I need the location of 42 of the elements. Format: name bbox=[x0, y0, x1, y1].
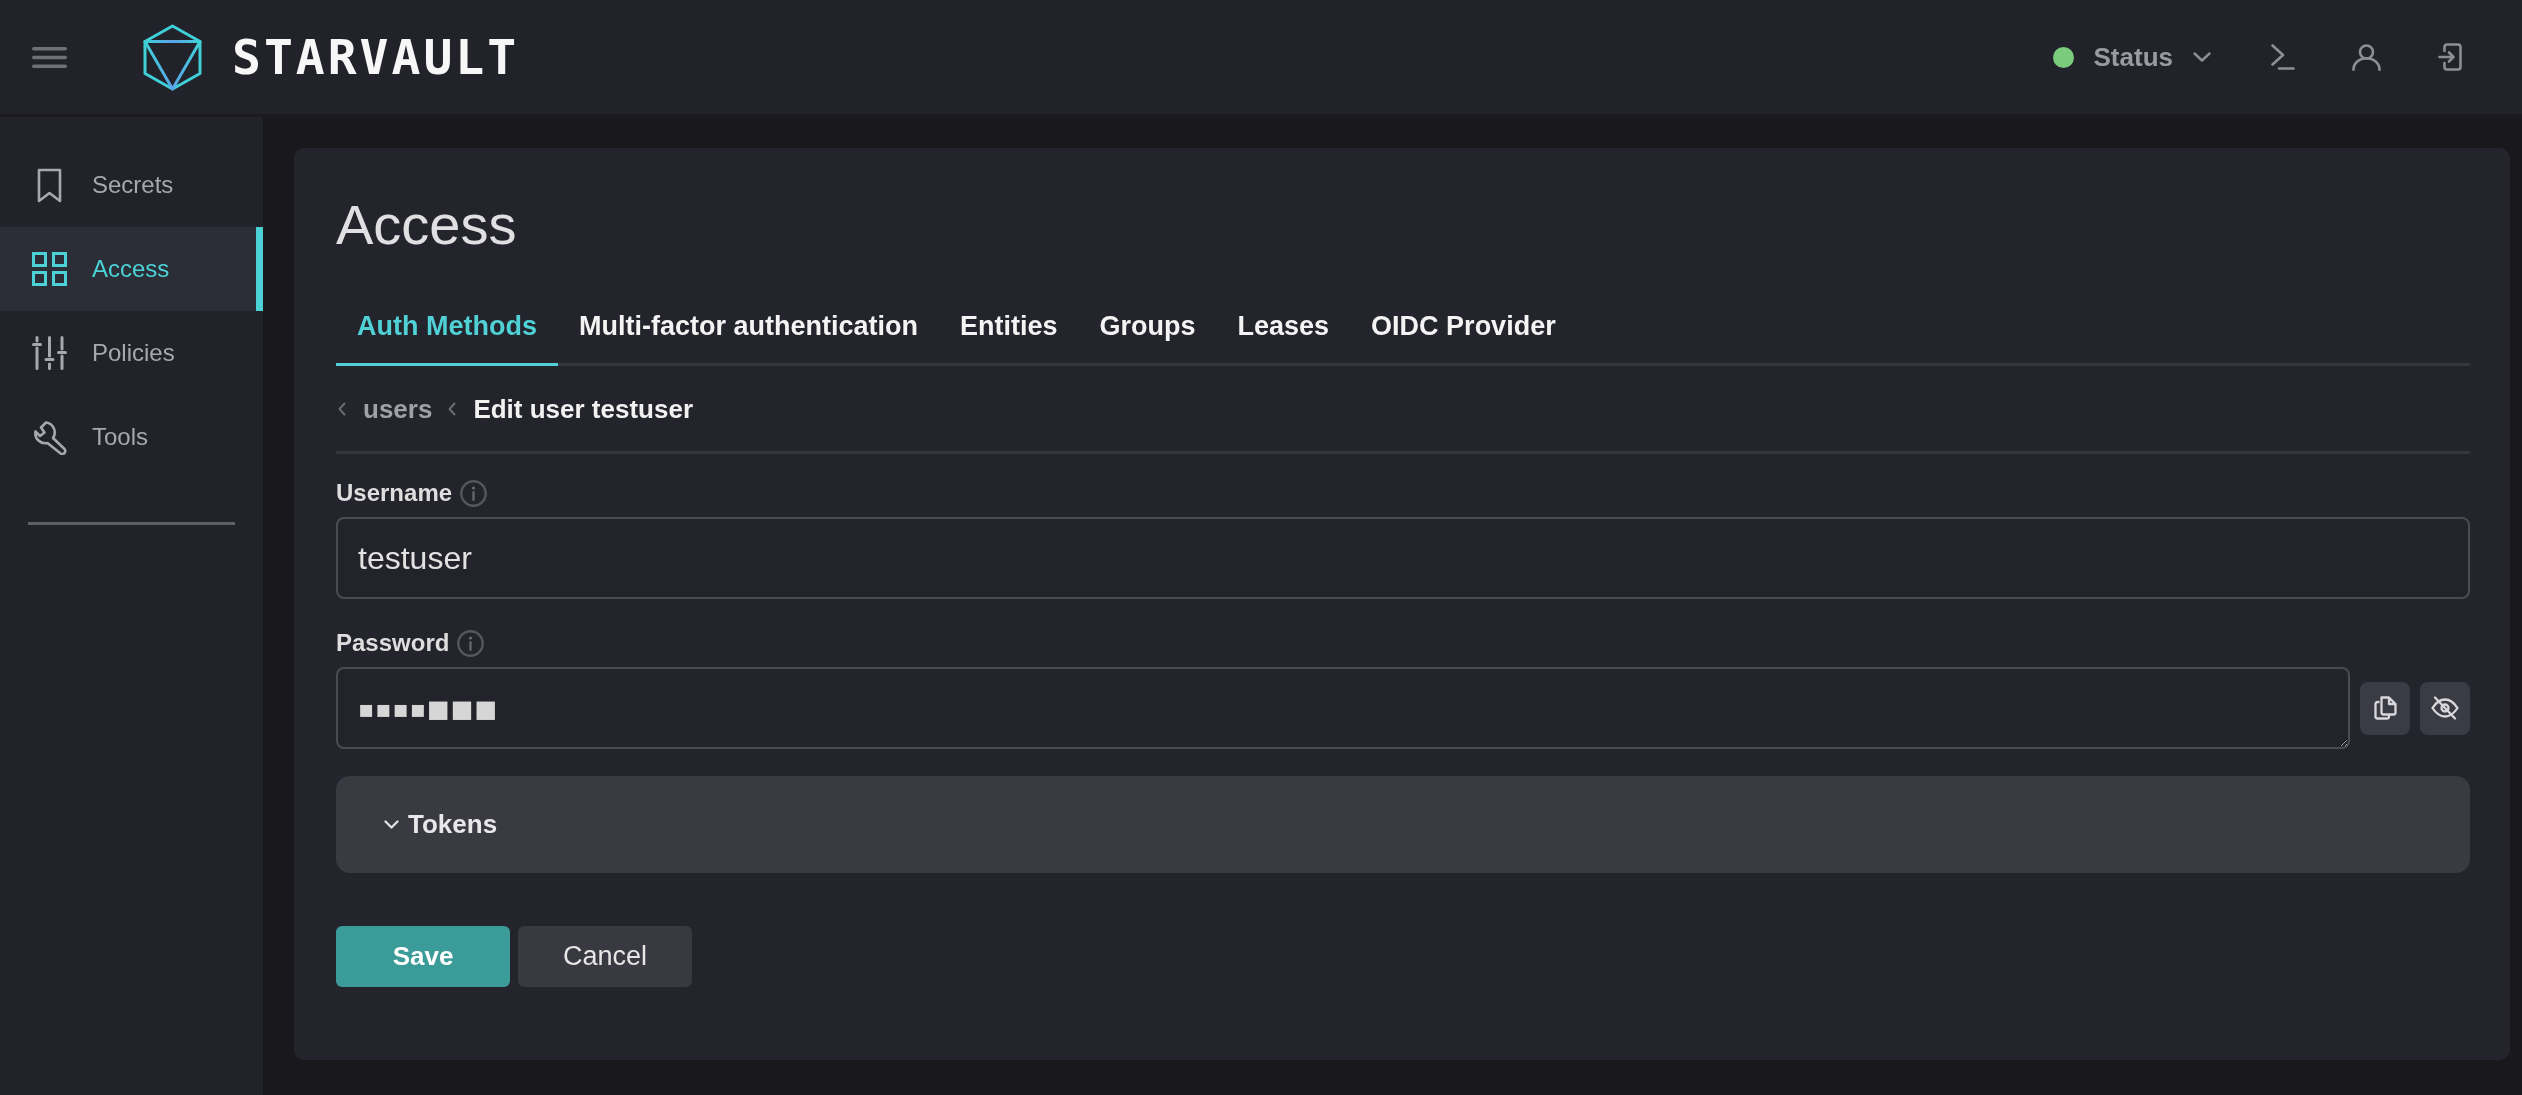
wrench-icon bbox=[32, 419, 67, 455]
terminal-icon bbox=[2271, 44, 2295, 70]
copy-button[interactable] bbox=[2360, 681, 2410, 735]
hexagon-logo-icon bbox=[143, 23, 202, 91]
tokens-toggle[interactable]: Tokens bbox=[336, 776, 2470, 873]
breadcrumb-current: Edit user testuser bbox=[473, 393, 694, 425]
text-input-field[interactable]: testuser bbox=[336, 517, 2470, 599]
copy-icon bbox=[2373, 696, 2397, 720]
field-label: Username bbox=[336, 478, 453, 508]
secret-input-field[interactable]: ▪▪▪▪■■■ bbox=[336, 667, 2350, 749]
tab[interactable]: Multi-factor authentication bbox=[558, 296, 939, 366]
cancel-button[interactable]: Cancel bbox=[518, 926, 692, 987]
eye-off-icon bbox=[2431, 696, 2459, 720]
menu-button[interactable] bbox=[32, 46, 67, 68]
chevron-left-icon bbox=[448, 402, 457, 416]
sign-in-icon bbox=[2438, 43, 2462, 71]
grid-icon bbox=[32, 252, 67, 286]
brand-name: STARVAULT bbox=[232, 33, 520, 81]
page-title: Access bbox=[336, 193, 517, 257]
tab[interactable]: OIDC Provider bbox=[1350, 296, 1577, 366]
sign-in-button[interactable] bbox=[2438, 43, 2462, 71]
visibility-toggle-button[interactable] bbox=[2420, 681, 2470, 735]
tab[interactable]: Groups bbox=[1078, 296, 1217, 366]
bookmark-icon bbox=[37, 167, 62, 203]
caret-icon bbox=[2193, 52, 2211, 62]
sidebar-item[interactable]: Policies bbox=[0, 311, 263, 395]
user-button[interactable] bbox=[2352, 43, 2381, 71]
sliders-icon bbox=[32, 336, 67, 370]
sidebar-item[interactable]: Access bbox=[0, 227, 263, 311]
terminal-button[interactable] bbox=[2271, 44, 2295, 70]
tab[interactable]: Leases bbox=[1216, 296, 1351, 366]
field-label: Password bbox=[336, 628, 450, 658]
breadcrumb-link[interactable]: users bbox=[363, 393, 433, 425]
menu-icon bbox=[32, 46, 67, 68]
chevron-left-icon bbox=[338, 402, 346, 416]
user-icon bbox=[2352, 43, 2381, 71]
sidebar-item[interactable]: Tools bbox=[0, 395, 263, 479]
chevron-down-icon bbox=[384, 820, 399, 829]
tab[interactable]: Entities bbox=[939, 296, 1079, 366]
status-dropdown[interactable]: Status bbox=[2052, 41, 2211, 73]
sidebar-item[interactable]: Secrets bbox=[0, 143, 263, 227]
tab[interactable]: Auth Methods bbox=[336, 296, 558, 366]
